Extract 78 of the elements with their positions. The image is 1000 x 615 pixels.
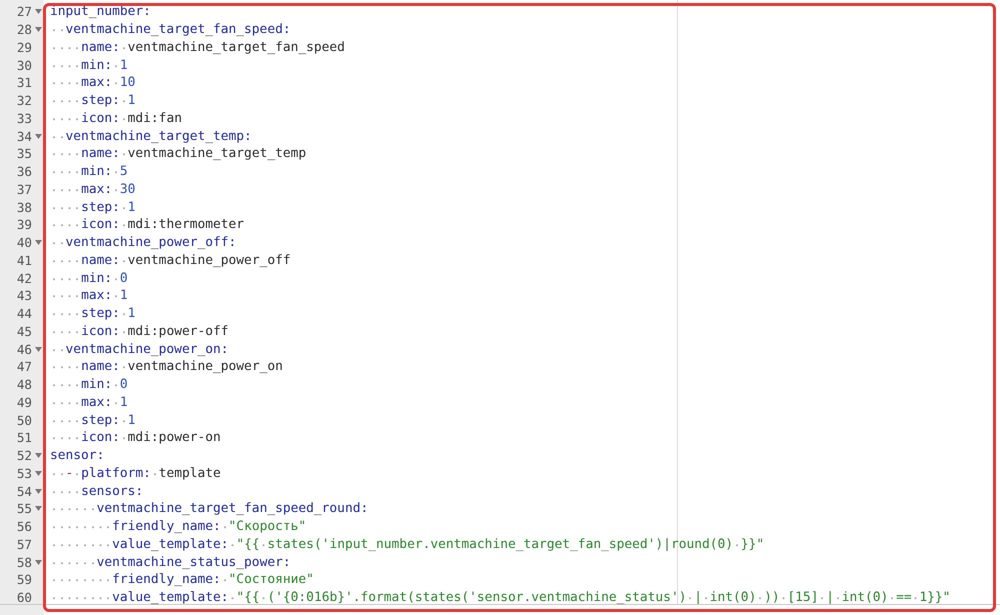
line-number: 47	[16, 358, 32, 376]
code-line: - platform: template	[50, 464, 221, 482]
line-number: 55	[16, 500, 32, 518]
code-line: max: 10	[50, 74, 136, 92]
line-number: 29	[16, 38, 32, 56]
line-number: 46	[16, 340, 32, 358]
line-number: 50	[16, 412, 32, 429]
fold-arrow-icon[interactable]	[34, 560, 42, 565]
code-line: ventmachine_target_fan_speed_round:	[50, 500, 368, 518]
line-number: 36	[16, 163, 32, 180]
line-number: 33	[16, 110, 32, 127]
fold-arrow-icon[interactable]	[34, 240, 42, 246]
code-line: icon: mdi:power-on	[50, 429, 221, 446]
fold-arrow-icon[interactable]	[34, 27, 42, 32]
code-line: sensor:	[50, 447, 104, 464]
code-line: step: 1	[50, 92, 136, 110]
code-line: icon: mdi:power-off	[50, 322, 229, 340]
code-line: value_template: "{{ ('{0:016b}'.format(states('sensor.ventmachine_status') | int(0) )) [15] | int(0) == 1}}"	[50, 589, 950, 606]
line-number: 56	[16, 518, 32, 536]
line-number: 57	[16, 536, 32, 553]
fold-arrow-icon[interactable]	[34, 346, 42, 352]
code-line: input_number:	[50, 3, 151, 20]
code-line: min: 5	[50, 163, 128, 180]
code-line: name: ventmachine_target_fan_speed	[50, 38, 345, 56]
code-line: friendly_name: "Скорость"	[50, 518, 306, 536]
line-number: 52	[16, 447, 32, 464]
fold-arrow-icon[interactable]	[34, 9, 42, 14]
code-line: step: 1	[50, 412, 136, 429]
line-number: 37	[16, 180, 32, 198]
line-number: 44	[16, 305, 32, 322]
code-line: max: 30	[50, 180, 136, 198]
line-number: 42	[16, 270, 32, 287]
line-number: 32	[16, 92, 32, 110]
line-number: 48	[16, 376, 32, 394]
line-number: 53	[16, 464, 32, 482]
code-line: name: ventmachine_target_temp	[50, 145, 306, 162]
code-line: step: 1	[50, 305, 136, 322]
line-number: 28	[16, 21, 32, 38]
code-line: ventmachine_target_temp:	[50, 128, 252, 145]
code-line: name: ventmachine_power_on	[50, 358, 283, 376]
line-number: 51	[16, 429, 32, 446]
fold-arrow-icon[interactable]	[34, 134, 42, 139]
fold-arrow-icon[interactable]	[34, 470, 42, 476]
line-number: 27	[16, 3, 32, 20]
line-number: 41	[16, 252, 32, 269]
code-line: ventmachine_status_power:	[50, 554, 291, 571]
code-line: step: 1	[50, 198, 136, 216]
code-line: min: 0	[50, 270, 128, 287]
line-number: 30	[16, 56, 32, 74]
line-number: 45	[16, 322, 32, 340]
line-number: 38	[16, 198, 32, 216]
code-line: max: 1	[50, 287, 128, 304]
fold-arrow-icon[interactable]	[34, 453, 42, 458]
line-number: 60	[16, 589, 32, 606]
fold-arrow-icon[interactable]	[34, 488, 42, 494]
line-number: 49	[16, 394, 32, 411]
code-line: icon: mdi:thermometer	[50, 216, 244, 234]
fold-arrow-icon[interactable]	[34, 506, 42, 512]
code-line: friendly_name: "Состояние"	[50, 571, 314, 588]
code-line: ventmachine_target_fan_speed:	[50, 21, 291, 38]
line-number: 40	[16, 234, 32, 252]
code-line: name: ventmachine_power_off	[50, 252, 291, 269]
code-line: sensors:	[50, 482, 144, 500]
line-number: 59	[16, 571, 32, 588]
code-line: ventmachine_power_off:	[50, 234, 236, 252]
line-number: 58	[16, 554, 32, 571]
code-line: ventmachine_power_on:	[50, 340, 229, 358]
line-number: 54	[16, 482, 32, 500]
line-number: 34	[16, 128, 32, 145]
code-line: icon: mdi:fan	[50, 110, 182, 127]
code-line: min: 1	[50, 56, 128, 74]
line-number: 39	[16, 216, 32, 234]
code-line: min: 0	[50, 376, 128, 394]
line-number: 35	[16, 145, 32, 162]
line-number: 31	[16, 74, 32, 92]
code-line: max: 1	[50, 394, 128, 411]
code-line: value_template: "{{ states('input_number.ventmachine_target_fan_speed')|round(0) }}"	[50, 536, 764, 553]
line-number: 43	[16, 287, 32, 304]
